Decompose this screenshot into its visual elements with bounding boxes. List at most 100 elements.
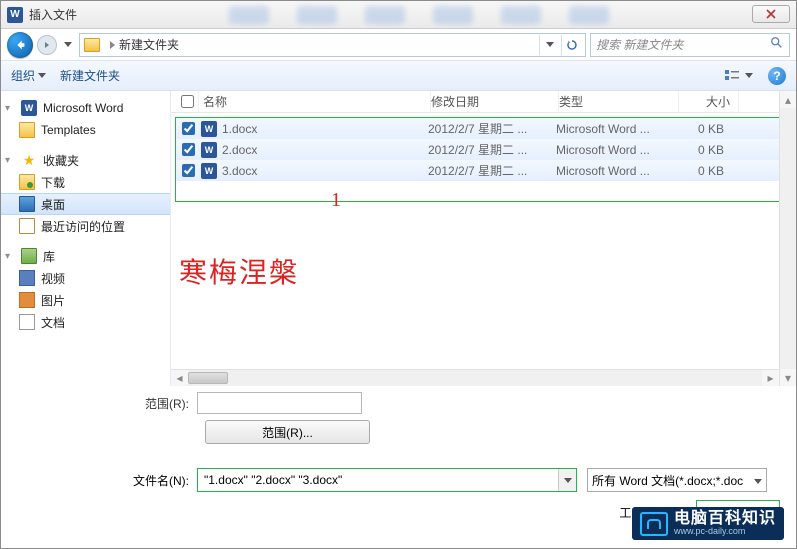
file-list-pane: 名称 修改日期 类型 大小 W 1.docx 2012/2/7 星期二 ... … [171, 91, 796, 386]
window-title: 插入文件 [29, 6, 77, 23]
chevron-down-icon [745, 73, 753, 78]
sidebar-item-libraries[interactable]: ▾ 库 [1, 245, 170, 267]
organize-label: 组织 [11, 67, 35, 84]
file-date: 2012/2/7 星期二 ... [428, 120, 556, 137]
downloads-icon [19, 174, 35, 190]
column-header-date[interactable]: 修改日期 [431, 91, 559, 112]
watermark-logo-icon [640, 512, 668, 536]
view-mode-button[interactable] [717, 66, 760, 86]
arrow-left-icon [13, 38, 27, 52]
new-folder-button[interactable]: 新建文件夹 [60, 67, 120, 84]
range-button[interactable]: 范围(R)... [205, 420, 370, 444]
sidebar-item-videos[interactable]: 视频 [1, 267, 170, 289]
column-header-name[interactable]: 名称 [199, 91, 431, 112]
file-size: 0 KB [676, 143, 732, 157]
breadcrumb-current[interactable]: 新建文件夹 [119, 36, 179, 53]
nav-history-dropdown[interactable] [61, 42, 75, 47]
dialog-body: ▾ W Microsoft Word Templates ▾ ★ 收藏夹 下载 [1, 91, 796, 386]
close-button[interactable] [752, 5, 790, 23]
sidebar-item-word[interactable]: ▾ W Microsoft Word [1, 97, 170, 119]
file-size: 0 KB [676, 122, 732, 136]
refresh-button[interactable] [561, 35, 581, 55]
sidebar-item-label: Microsoft Word [43, 101, 123, 115]
file-name: 3.docx [222, 164, 428, 178]
sidebar-item-label: 收藏夹 [43, 152, 79, 169]
column-header-size[interactable]: 大小 [679, 91, 739, 112]
arrow-right-icon [42, 40, 52, 50]
select-all-checkbox[interactable] [175, 91, 199, 112]
scroll-down-arrow-icon[interactable]: ▾ [780, 369, 796, 386]
filetype-select[interactable]: 所有 Word 文档(*.docx;*.doc [587, 468, 767, 492]
folder-icon [19, 122, 35, 138]
column-header-type[interactable]: 类型 [559, 91, 679, 112]
file-name: 1.docx [222, 122, 428, 136]
address-bar[interactable]: 新建文件夹 [79, 33, 586, 57]
filename-combobox[interactable] [197, 468, 577, 492]
filetype-value: 所有 Word 文档(*.docx;*.doc [592, 472, 743, 489]
document-icon [19, 314, 35, 330]
sidebar-item-label: 文档 [41, 314, 65, 331]
file-row[interactable]: W 2.docx 2012/2/7 星期二 ... Microsoft Word… [176, 139, 787, 160]
recent-icon [19, 218, 35, 234]
library-icon [21, 248, 37, 264]
scroll-right-arrow-icon[interactable]: ▸ [762, 370, 779, 386]
file-name: 2.docx [222, 143, 428, 157]
vertical-scrollbar[interactable]: ▴ ▾ [779, 91, 796, 386]
help-button[interactable]: ? [768, 67, 786, 85]
column-headers: 名称 修改日期 类型 大小 [171, 91, 796, 113]
expand-icon: ▾ [5, 155, 15, 166]
chevron-down-icon [564, 478, 572, 483]
file-row[interactable]: W 1.docx 2012/2/7 星期二 ... Microsoft Word… [176, 118, 787, 139]
expand-icon: ▾ [5, 251, 15, 262]
sidebar-item-label: 视频 [41, 270, 65, 287]
sidebar-item-recent[interactable]: 最近访问的位置 [1, 215, 170, 237]
sidebar-item-label: Templates [41, 123, 96, 137]
filename-dropdown-button[interactable] [558, 469, 576, 491]
toolbar: 组织 新建文件夹 ? [1, 61, 796, 91]
bottom-form: 范围(R): 范围(R)... 文件名(N): 所有 Word 文档(*.doc… [1, 386, 796, 492]
sidebar-item-favorites[interactable]: ▾ ★ 收藏夹 [1, 149, 170, 171]
search-box[interactable]: 搜索 新建文件夹 [590, 33, 790, 57]
navigation-bar: 新建文件夹 搜索 新建文件夹 [1, 29, 796, 61]
sidebar-item-documents[interactable]: 文档 [1, 311, 170, 333]
close-icon [766, 9, 776, 19]
title-bar: W 插入文件 [1, 1, 796, 29]
watermark-cn: 电脑百科知识 [674, 511, 776, 527]
annotation-marker-1: 1 [331, 189, 341, 212]
nav-forward-button[interactable] [37, 35, 57, 55]
organize-menu[interactable]: 组织 [11, 67, 46, 84]
video-icon [19, 270, 35, 286]
expand-icon: ▾ [5, 103, 15, 114]
word-icon: W [21, 100, 37, 116]
search-placeholder: 搜索 新建文件夹 [596, 36, 770, 53]
annotation-watermark-text: 寒梅涅槃 [179, 251, 299, 291]
scrollbar-thumb[interactable] [188, 372, 228, 384]
range-input[interactable] [197, 392, 362, 414]
nav-back-button[interactable] [7, 32, 33, 58]
file-list: W 1.docx 2012/2/7 星期二 ... Microsoft Word… [175, 117, 788, 202]
word-doc-icon: W [201, 163, 217, 179]
scroll-up-arrow-icon[interactable]: ▴ [780, 91, 796, 108]
file-row[interactable]: W 3.docx 2012/2/7 星期二 ... Microsoft Word… [176, 160, 787, 181]
sidebar-item-desktop[interactable]: 桌面 [1, 193, 170, 215]
sidebar-item-downloads[interactable]: 下载 [1, 171, 170, 193]
file-type: Microsoft Word ... [556, 122, 676, 136]
search-icon [770, 36, 784, 53]
scroll-left-arrow-icon[interactable]: ◂ [171, 370, 188, 386]
sidebar-item-templates[interactable]: Templates [1, 119, 170, 141]
address-dropdown-button[interactable] [539, 35, 559, 55]
sidebar-item-label: 桌面 [41, 196, 65, 213]
sidebar-item-pictures[interactable]: 图片 [1, 289, 170, 311]
sidebar: ▾ W Microsoft Word Templates ▾ ★ 收藏夹 下载 [1, 91, 171, 386]
file-checkbox[interactable] [182, 164, 195, 177]
file-size: 0 KB [676, 164, 732, 178]
word-doc-icon: W [201, 121, 217, 137]
sidebar-item-label: 最近访问的位置 [41, 218, 125, 235]
file-checkbox[interactable] [182, 122, 195, 135]
file-checkbox[interactable] [182, 143, 195, 156]
range-row: 范围(R): [17, 392, 780, 414]
filename-input[interactable] [198, 469, 558, 491]
file-date: 2012/2/7 星期二 ... [428, 141, 556, 158]
filename-label: 文件名(N): [17, 472, 197, 489]
horizontal-scrollbar[interactable]: ◂ ▸ [171, 369, 779, 386]
